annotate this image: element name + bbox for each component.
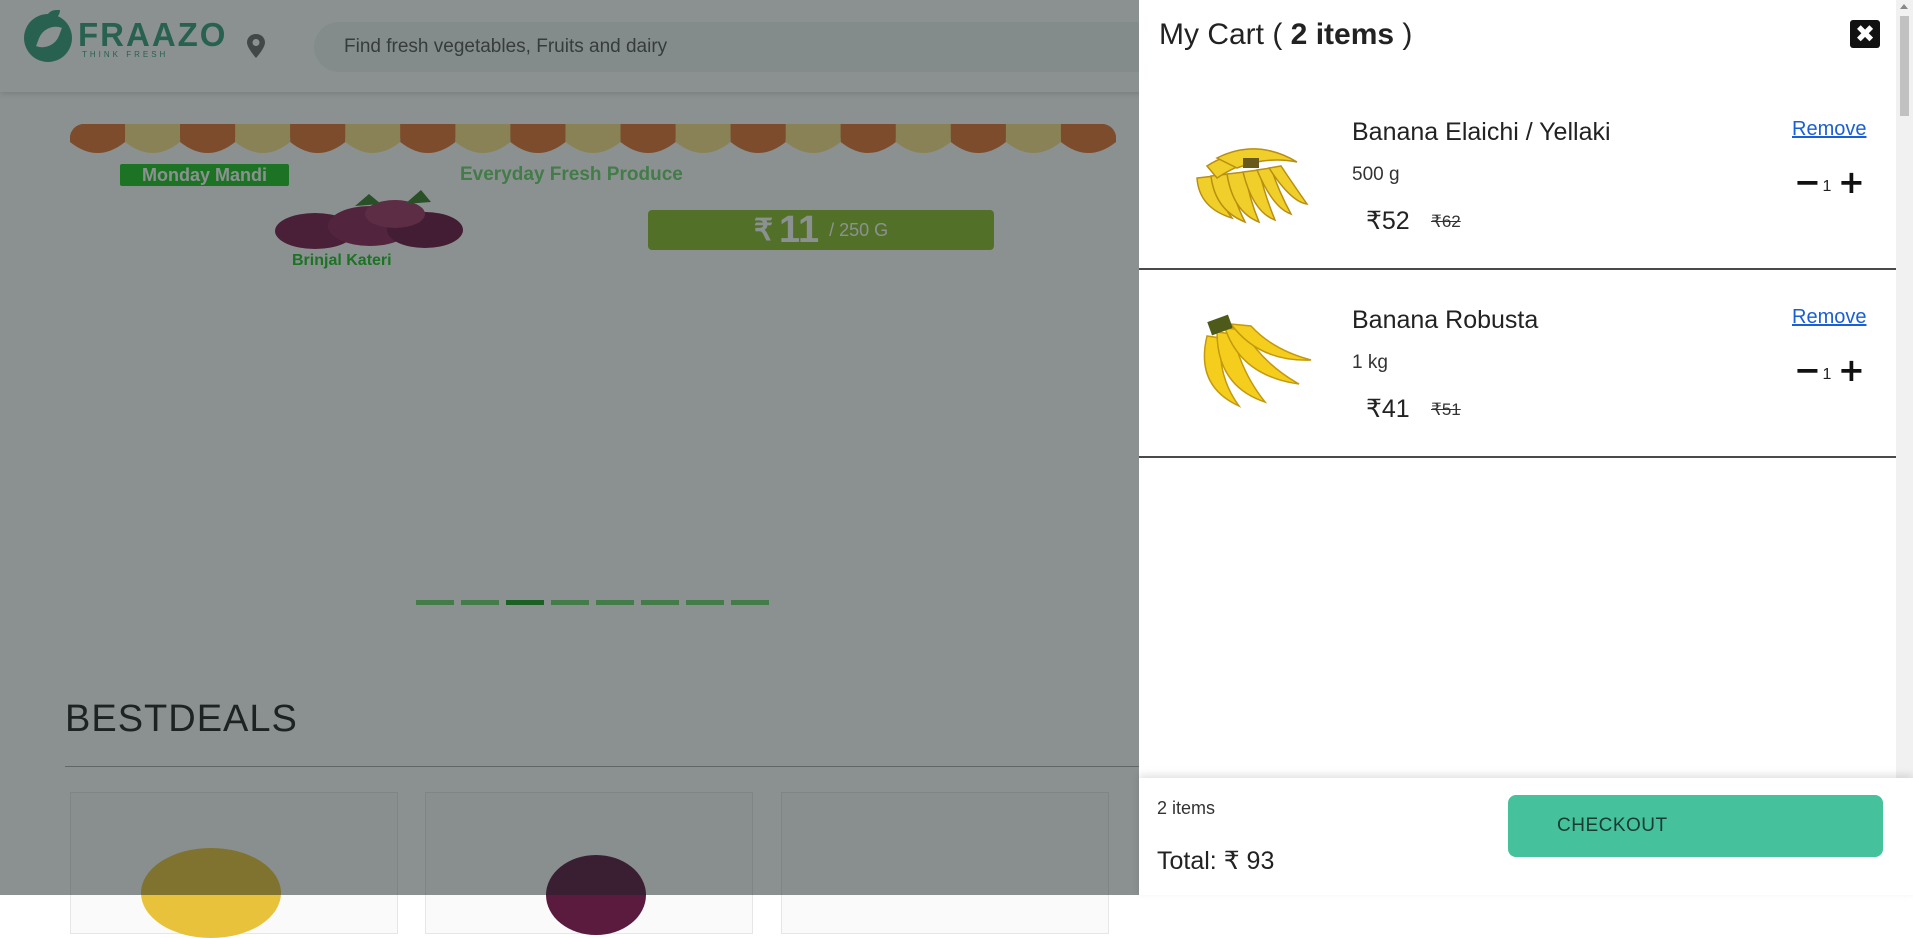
- remove-item-button[interactable]: Remove: [1792, 306, 1866, 329]
- increase-quantity-button[interactable]: +: [1838, 166, 1865, 198]
- checkout-button[interactable]: CHECKOUT: [1508, 795, 1883, 857]
- decrease-quantity-button[interactable]: −: [1794, 166, 1821, 198]
- remove-item-button[interactable]: Remove: [1792, 118, 1866, 141]
- cart-title-count: 2 items: [1290, 18, 1395, 51]
- increase-quantity-button[interactable]: +: [1838, 354, 1865, 386]
- cart-title-prefix: My Cart (: [1159, 18, 1291, 51]
- cart-item: Banana Elaichi / Yellaki 500 g ₹52 ₹62 R…: [1139, 82, 1896, 270]
- cart-title: My Cart ( 2 items ): [1159, 18, 1412, 52]
- cart-item: Banana Robusta 1 kg ₹41 ₹51 Remove − 1 +: [1139, 270, 1896, 458]
- scroll-thumb[interactable]: [1900, 16, 1909, 116]
- banana-elaichi-image: [1196, 148, 1309, 224]
- cart-item-price: ₹52: [1366, 207, 1410, 235]
- cart-item-price: ₹41: [1366, 395, 1410, 423]
- cart-item-quantity: 500 g: [1352, 164, 1400, 185]
- cart-item-mrp: ₹62: [1431, 212, 1461, 231]
- scroll-up-icon[interactable]: [1900, 4, 1908, 9]
- cart-drawer: My Cart ( 2 items ) ✖ Banana Elaichi / Y…: [1139, 0, 1913, 895]
- cart-total: Total: ₹ 93: [1157, 847, 1275, 875]
- decrease-quantity-button[interactable]: −: [1794, 354, 1821, 386]
- close-cart-button[interactable]: ✖: [1850, 20, 1880, 48]
- cart-scrollbar[interactable]: [1896, 0, 1913, 895]
- cart-item-count: 2 items: [1157, 798, 1216, 818]
- banana-robusta-image: [1203, 314, 1312, 408]
- quantity-stepper: − 1 +: [1794, 166, 1865, 198]
- cart-item-name: Banana Elaichi / Yellaki: [1352, 118, 1611, 146]
- cart-item-name: Banana Robusta: [1352, 306, 1539, 334]
- cart-title-suffix: ): [1394, 18, 1413, 51]
- cart-item-mrp: ₹51: [1431, 400, 1461, 419]
- cart-footer: 2 items Total: ₹ 93 CHECKOUT: [1139, 778, 1913, 895]
- quantity-value: 1: [1822, 178, 1832, 195]
- quantity-value: 1: [1822, 366, 1832, 383]
- cart-item-quantity: 1 kg: [1352, 352, 1388, 373]
- quantity-stepper: − 1 +: [1794, 354, 1865, 386]
